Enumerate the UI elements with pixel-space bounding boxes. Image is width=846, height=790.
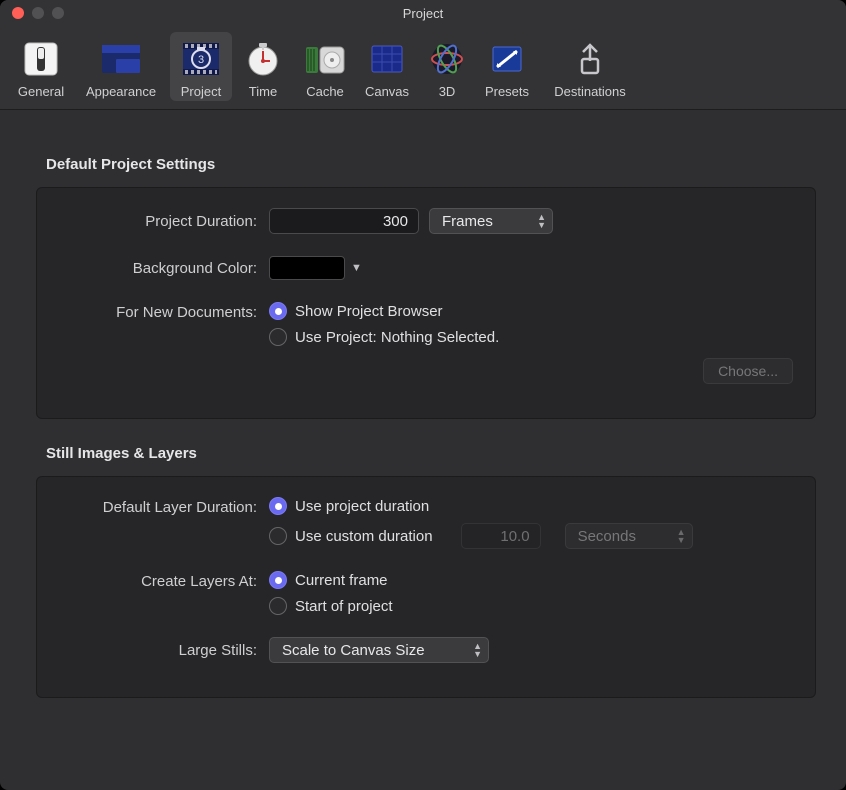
tab-label: General xyxy=(18,84,64,99)
updown-icon: ▲▼ xyxy=(473,642,482,658)
radio-icon xyxy=(269,302,287,320)
tab-presets[interactable]: Presets xyxy=(476,32,538,101)
tab-project[interactable]: 3 Project xyxy=(170,32,232,101)
radio-label: Show Project Browser xyxy=(295,303,443,320)
project-duration-label: Project Duration: xyxy=(59,213,269,230)
radio-icon xyxy=(269,497,287,515)
custom-duration-field[interactable] xyxy=(461,523,541,549)
panel-default-project: Project Duration: Frames ▲▼ Background C… xyxy=(36,187,816,419)
select-value: Scale to Canvas Size xyxy=(282,642,425,659)
radio-icon xyxy=(269,597,287,615)
button-label: Choose... xyxy=(718,363,778,379)
newdocs-radio-show-browser[interactable]: Show Project Browser xyxy=(269,302,499,320)
select-value: Seconds xyxy=(578,528,636,545)
window-controls xyxy=(12,7,64,19)
create-at-radio-current[interactable]: Current frame xyxy=(269,571,393,589)
layer-duration-radio-custom[interactable]: Use custom duration Seconds ▲▼ xyxy=(269,523,693,549)
radio-label: Current frame xyxy=(295,572,388,589)
close-window-button[interactable] xyxy=(12,7,24,19)
radio-label: Use project duration xyxy=(295,498,429,515)
radio-label: Start of project xyxy=(295,598,393,615)
layer-duration-radio-project[interactable]: Use project duration xyxy=(269,497,693,515)
tab-label: Canvas xyxy=(365,84,409,99)
tab-label: Destinations xyxy=(554,84,626,99)
cache-icon xyxy=(302,36,348,82)
section-title-stills: Still Images & Layers xyxy=(46,445,816,462)
tab-label: Appearance xyxy=(86,84,156,99)
project-icon: 3 xyxy=(178,36,224,82)
project-duration-field[interactable] xyxy=(269,208,419,234)
3d-icon xyxy=(424,36,470,82)
updown-icon: ▲▼ xyxy=(537,213,546,229)
panel-stills: Default Layer Duration: Use project dura… xyxy=(36,476,816,698)
project-duration-unit-select[interactable]: Frames ▲▼ xyxy=(429,208,553,234)
radio-label: Use Project: Nothing Selected. xyxy=(295,329,499,346)
toolbar: General Appearance 3 Pro xyxy=(0,26,846,110)
minimize-window-button[interactable] xyxy=(32,7,44,19)
tab-3d[interactable]: 3D xyxy=(418,32,476,101)
svg-text:3: 3 xyxy=(198,54,204,66)
tab-general[interactable]: General xyxy=(10,32,72,101)
select-value: Frames xyxy=(442,213,493,230)
tab-time[interactable]: Time xyxy=(232,32,294,101)
time-icon xyxy=(240,36,286,82)
bgcolor-well[interactable] xyxy=(269,256,345,280)
custom-duration-unit-select[interactable]: Seconds ▲▼ xyxy=(565,523,693,549)
tab-destinations[interactable]: Destinations xyxy=(538,32,642,101)
create-layers-at-label: Create Layers At: xyxy=(59,571,269,590)
radio-icon xyxy=(269,328,287,346)
zoom-window-button[interactable] xyxy=(52,7,64,19)
choose-button[interactable]: Choose... xyxy=(703,358,793,384)
tab-label: Presets xyxy=(485,84,529,99)
radio-icon xyxy=(269,571,287,589)
newdocs-radio-use-project[interactable]: Use Project: Nothing Selected. xyxy=(269,328,499,346)
create-at-radio-start[interactable]: Start of project xyxy=(269,597,393,615)
updown-icon: ▲▼ xyxy=(677,528,686,544)
appearance-icon xyxy=(98,36,144,82)
tab-appearance[interactable]: Appearance xyxy=(72,32,170,101)
section-title-default-project: Default Project Settings xyxy=(46,156,816,173)
tab-label: 3D xyxy=(439,84,456,99)
radio-icon xyxy=(269,527,287,545)
destinations-icon xyxy=(567,36,613,82)
large-stills-label: Large Stills: xyxy=(59,642,269,659)
tab-canvas[interactable]: Canvas xyxy=(356,32,418,101)
large-stills-select[interactable]: Scale to Canvas Size ▲▼ xyxy=(269,637,489,663)
window-title: Project xyxy=(0,6,846,21)
presets-icon xyxy=(484,36,530,82)
tab-label: Cache xyxy=(306,84,344,99)
newdocs-label: For New Documents: xyxy=(59,302,269,321)
bgcolor-label: Background Color: xyxy=(59,260,269,277)
canvas-icon xyxy=(364,36,410,82)
layer-duration-label: Default Layer Duration: xyxy=(59,497,269,516)
content-area: Default Project Settings Project Duratio… xyxy=(0,110,846,718)
chevron-down-icon[interactable]: ▼ xyxy=(351,262,362,274)
general-icon xyxy=(18,36,64,82)
tab-cache[interactable]: Cache xyxy=(294,32,356,101)
titlebar: Project xyxy=(0,0,846,26)
tab-label: Time xyxy=(249,84,277,99)
radio-label: Use custom duration xyxy=(295,528,433,545)
tab-label: Project xyxy=(181,84,221,99)
preferences-window: Project General Appearance xyxy=(0,0,846,790)
